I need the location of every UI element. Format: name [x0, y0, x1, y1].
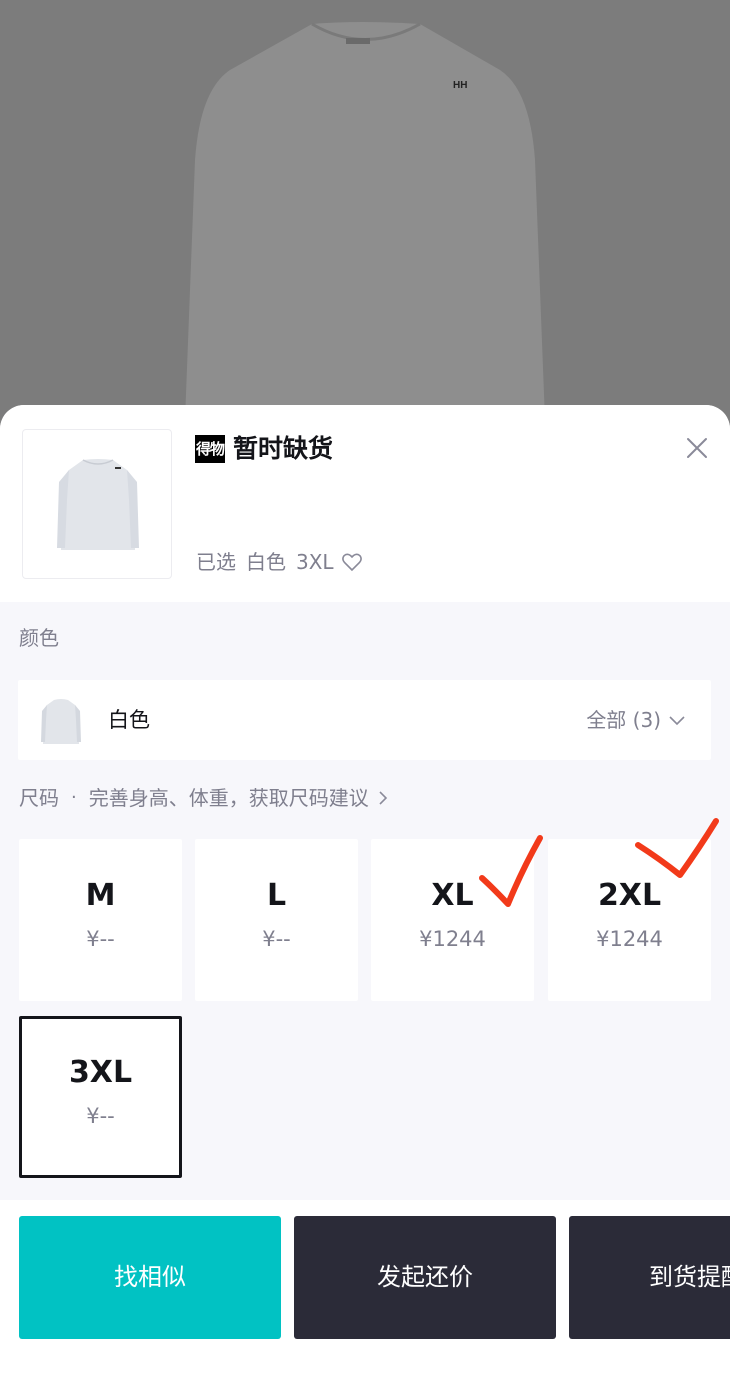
size-advice-link[interactable]: 完善身高、体重，获取尺码建议 — [89, 783, 369, 813]
sku-selector-sheet: 得物 暂时缺货 已选 白色 3XL 颜色 白色 全部 (3) 尺码 · 完善身高… — [0, 405, 730, 1376]
color-name: 白色 — [108, 708, 150, 732]
svg-text:HH: HH — [453, 80, 467, 91]
find-similar-button[interactable]: 找相似 — [19, 1216, 281, 1339]
selected-color: 白色 — [246, 550, 286, 574]
color-selector-row[interactable]: 白色 全部 (3) — [18, 680, 711, 760]
product-thumbnail[interactable] — [22, 429, 172, 579]
color-thumbnail — [41, 699, 81, 744]
size-hint-row[interactable]: 尺码 · 完善身高、体重，获取尺码建议 — [19, 783, 391, 813]
size-label: L — [266, 878, 287, 913]
size-option-l[interactable]: L ¥-- — [195, 839, 358, 1001]
close-icon — [687, 438, 707, 458]
chevron-down-icon — [669, 716, 685, 726]
stock-status: 暂时缺货 — [233, 434, 334, 463]
color-section-label: 颜色 — [19, 626, 59, 650]
size-section-label: 尺码 — [19, 786, 59, 810]
size-price: ¥-- — [86, 1104, 115, 1128]
brand-logo: 得物 — [195, 435, 225, 463]
size-option-m[interactable]: M ¥-- — [19, 839, 182, 1001]
red-checkmark-icon — [479, 835, 543, 907]
product-hero-image: HH — [0, 0, 730, 420]
bargain-button[interactable]: 发起还价 — [294, 1216, 556, 1339]
size-price: ¥-- — [86, 927, 115, 951]
color-all-label: 全部 (3) — [586, 708, 661, 732]
selected-size: 3XL — [296, 550, 334, 574]
size-label: M — [85, 878, 116, 913]
size-price: ¥-- — [262, 927, 291, 951]
color-all-toggle[interactable]: 全部 (3) — [586, 705, 687, 735]
red-checkmark-icon — [635, 818, 719, 878]
size-price: ¥1244 — [419, 927, 486, 951]
selected-summary: 已选 白色 3XL — [196, 547, 364, 577]
separator-dot: · — [71, 787, 77, 808]
action-footer: 找相似 发起还价 到货提醒 — [0, 1200, 730, 1376]
restock-notify-button[interactable]: 到货提醒 — [569, 1216, 730, 1339]
chevron-right-icon — [379, 791, 387, 805]
heart-icon[interactable] — [340, 550, 364, 574]
selected-prefix: 已选 — [196, 550, 236, 574]
close-button[interactable] — [680, 431, 714, 465]
size-option-3xl[interactable]: 3XL ¥-- — [19, 1016, 182, 1178]
sheet-header: 得物 暂时缺货 已选 白色 3XL — [0, 405, 730, 602]
size-label: 3XL — [68, 1055, 133, 1090]
size-price: ¥1244 — [596, 927, 663, 951]
